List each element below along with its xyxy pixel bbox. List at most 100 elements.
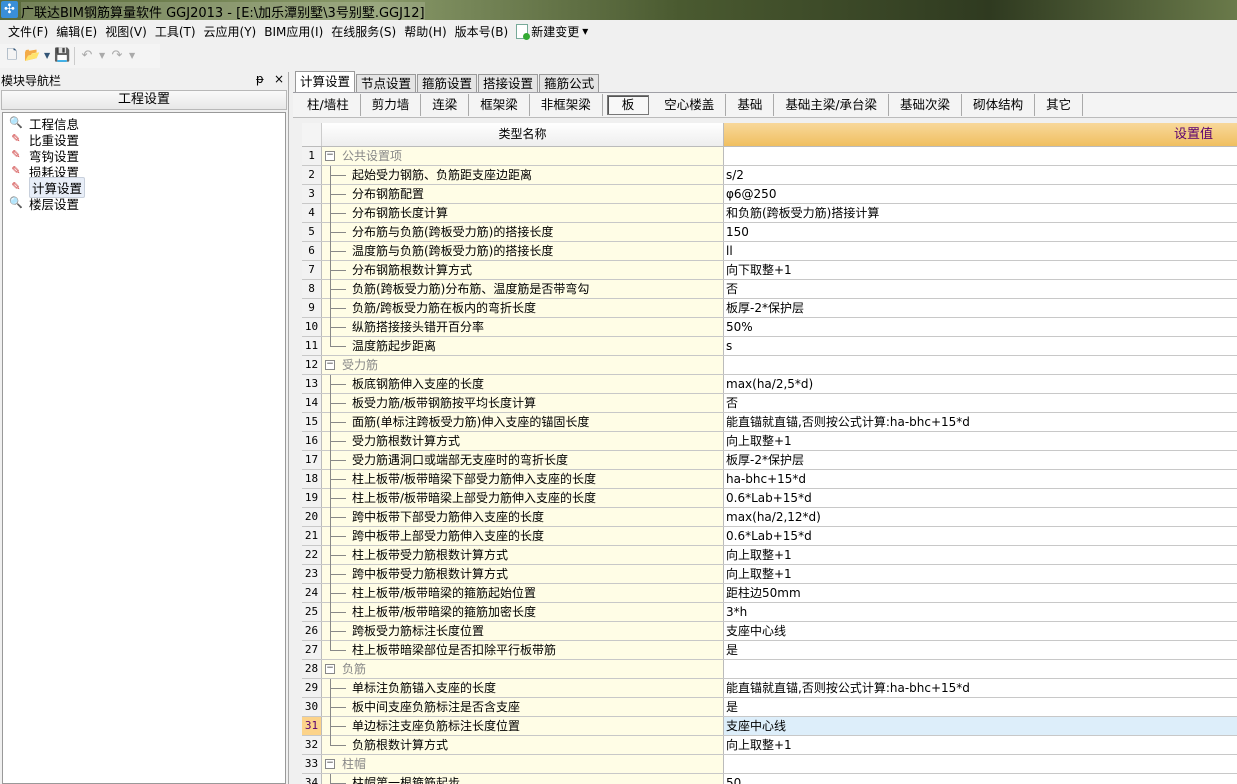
subtab[interactable]: 连梁 [421,94,470,116]
setting-value-cell[interactable]: 0.6*Lab+15*d [724,489,1237,507]
nav-item[interactable]: 🔍 楼层设置 [3,195,285,212]
table-row[interactable]: 5 分布筋与负筋(跨板受力筋)的搭接长度 150 [302,223,1237,242]
setting-value-cell[interactable]: 向上取整+1 [724,546,1237,564]
undo-icon[interactable]: ↶ [79,48,95,64]
setting-value-cell[interactable]: 向上取整+1 [724,565,1237,583]
menu-item[interactable]: 视图(V) [101,23,151,40]
menu-item[interactable]: 编辑(E) [52,23,101,40]
collapse-icon[interactable]: − [325,360,335,370]
collapse-icon[interactable]: − [325,151,335,161]
table-row[interactable]: 2 起始受力钢筋、负筋距支座边距离 s/2 [302,166,1237,185]
table-row[interactable]: 15 面筋(单标注跨板受力筋)伸入支座的锚固长度 能直锚就直锚,否则按公式计算:ha… [302,413,1237,432]
subtab[interactable]: 基础次梁 [889,94,963,116]
menu-item[interactable]: 在线服务(S) [327,23,400,40]
setting-value-cell[interactable]: 否 [724,280,1237,298]
setting-value-cell[interactable]: 支座中心线 [724,622,1237,640]
tab[interactable]: 箍筋公式 [539,74,600,92]
setting-value-cell[interactable]: 是 [724,698,1237,716]
table-row[interactable]: 32 负筋根数计算方式 向上取整+1 [302,736,1237,755]
redo-icon[interactable]: ↷ [109,48,125,64]
setting-value-cell[interactable] [724,147,1237,165]
dropdown-arrow-icon[interactable]: ▼ [44,48,50,64]
subtab[interactable]: 基础 [726,94,775,116]
table-row[interactable]: 22 柱上板带受力筋根数计算方式 向上取整+1 [302,546,1237,565]
group-row[interactable]: 1− 公共设置项 [302,147,1237,166]
subtab[interactable]: 砌体结构 [962,94,1036,116]
table-row[interactable]: 23 跨中板带受力筋根数计算方式 向上取整+1 [302,565,1237,584]
setting-value-cell[interactable]: 150 [724,223,1237,241]
nav-section-project-settings[interactable]: 工程设置 [1,90,287,110]
setting-value-cell[interactable]: 和负筋(跨板受力筋)搭接计算 [724,204,1237,222]
menu-item[interactable]: 文件(F) [4,23,52,40]
table-row[interactable]: 4 分布钢筋长度计算 和负筋(跨板受力筋)搭接计算 [302,204,1237,223]
subtab[interactable]: 空心楼盖 [653,94,727,116]
setting-value-cell[interactable]: s/2 [724,166,1237,184]
save-icon[interactable]: 💾 [54,48,70,64]
table-row[interactable]: 27 柱上板带暗梁部位是否扣除平行板带筋 是 [302,641,1237,660]
table-row[interactable]: 29 单标注负筋锚入支座的长度 能直锚就直锚,否则按公式计算:ha-bhc+15*d [302,679,1237,698]
pin-icon[interactable]: ᵽ [256,72,264,86]
open-folder-icon[interactable]: 📂 [24,48,40,64]
menu-item[interactable]: 云应用(Y) [200,23,261,40]
table-row[interactable]: 18 柱上板带/板带暗梁下部受力筋伸入支座的长度 ha-bhc+15*d [302,470,1237,489]
table-row[interactable]: 21 跨中板带上部受力筋伸入支座的长度 0.6*Lab+15*d [302,527,1237,546]
setting-value-cell[interactable]: φ6@250 [724,185,1237,203]
table-row[interactable]: 19 柱上板带/板带暗梁上部受力筋伸入支座的长度 0.6*Lab+15*d [302,489,1237,508]
setting-value-cell[interactable]: 板厚-2*保护层 [724,299,1237,317]
tab[interactable]: 搭接设置 [478,74,539,92]
table-row[interactable]: 6 温度筋与负筋(跨板受力筋)的搭接长度 ll [302,242,1237,261]
table-row[interactable]: 13 板底钢筋伸入支座的长度 max(ha/2,5*d) [302,375,1237,394]
table-row[interactable]: 11 温度筋起步距离 s [302,337,1237,356]
table-row[interactable]: 8 负筋(跨板受力筋)分布筋、温度筋是否带弯勾 否 [302,280,1237,299]
setting-value-cell[interactable]: 0.6*Lab+15*d [724,527,1237,545]
group-row[interactable]: 28− 负筋 [302,660,1237,679]
setting-value-cell[interactable]: 距柱边50mm [724,584,1237,602]
setting-value-cell[interactable]: 向上取整+1 [724,432,1237,450]
menu-item[interactable]: 版本号(B) [451,23,513,40]
group-row[interactable]: 12− 受力筋 [302,356,1237,375]
setting-value-cell[interactable]: max(ha/2,5*d) [724,375,1237,393]
group-row[interactable]: 33− 柱帽 [302,755,1237,774]
menu-new-change[interactable]: 新建变更 ▾ [512,23,592,40]
subtab[interactable]: 柱/墙柱 [296,94,361,116]
table-row[interactable]: 17 受力筋遇洞口或端部无支座时的弯折长度 板厚-2*保护层 [302,451,1237,470]
tab[interactable]: 计算设置 [295,71,356,92]
setting-value-cell[interactable]: ha-bhc+15*d [724,470,1237,488]
tab[interactable]: 节点设置 [356,74,417,92]
subtab[interactable]: 框架梁 [469,94,530,116]
tab[interactable]: 箍筋设置 [417,74,478,92]
table-row[interactable]: 30 板中间支座负筋标注是否含支座 是 [302,698,1237,717]
collapse-icon[interactable]: − [325,664,335,674]
table-row[interactable]: 34 柱帽第一根箍筋起步 50 [302,774,1237,784]
table-row[interactable]: 9 负筋/跨板受力筋在板内的弯折长度 板厚-2*保护层 [302,299,1237,318]
table-row[interactable]: 3 分布钢筋配置 φ6@250 [302,185,1237,204]
setting-value-cell[interactable]: 能直锚就直锚,否则按公式计算:ha-bhc+15*d [724,679,1237,697]
subtab[interactable]: 其它 [1035,94,1084,116]
setting-value-cell[interactable]: 支座中心线 [724,717,1237,735]
setting-value-cell[interactable]: 是 [724,641,1237,659]
new-file-icon[interactable]: 🗋 [4,48,20,64]
setting-value-cell[interactable]: max(ha/2,12*d) [724,508,1237,526]
table-row[interactable]: 24 柱上板带/板带暗梁的箍筋起始位置 距柱边50mm [302,584,1237,603]
collapse-icon[interactable]: − [325,759,335,769]
setting-value-cell[interactable]: 否 [724,394,1237,412]
table-row[interactable]: 14 板受力筋/板带钢筋按平均长度计算 否 [302,394,1237,413]
table-row[interactable]: 16 受力筋根数计算方式 向上取整+1 [302,432,1237,451]
setting-value-cell[interactable]: ll [724,242,1237,260]
close-icon[interactable]: × [274,72,284,86]
table-row[interactable]: 25 柱上板带/板带暗梁的箍筋加密长度 3*h [302,603,1237,622]
table-row[interactable]: 10 纵筋搭接接头错开百分率 50% [302,318,1237,337]
subtab[interactable]: 剪力墙 [361,94,422,116]
table-row[interactable]: 31 单边标注支座负筋标注长度位置 支座中心线 [302,717,1237,736]
subtab[interactable]: 板 [606,95,650,115]
setting-value-cell[interactable]: 向上取整+1 [724,736,1237,754]
setting-value-cell[interactable]: 3*h [724,603,1237,621]
table-row[interactable]: 26 跨板受力筋标注长度位置 支座中心线 [302,622,1237,641]
setting-value-cell[interactable] [724,660,1237,678]
table-row[interactable]: 7 分布钢筋根数计算方式 向下取整+1 [302,261,1237,280]
subtab[interactable]: 基础主梁/承台梁 [774,94,890,116]
setting-value-cell[interactable]: 板厚-2*保护层 [724,451,1237,469]
subtab[interactable]: 非框架梁 [530,94,603,116]
dropdown-arrow-icon[interactable]: ▼ [99,48,105,64]
table-row[interactable]: 20 跨中板带下部受力筋伸入支座的长度 max(ha/2,12*d) [302,508,1237,527]
